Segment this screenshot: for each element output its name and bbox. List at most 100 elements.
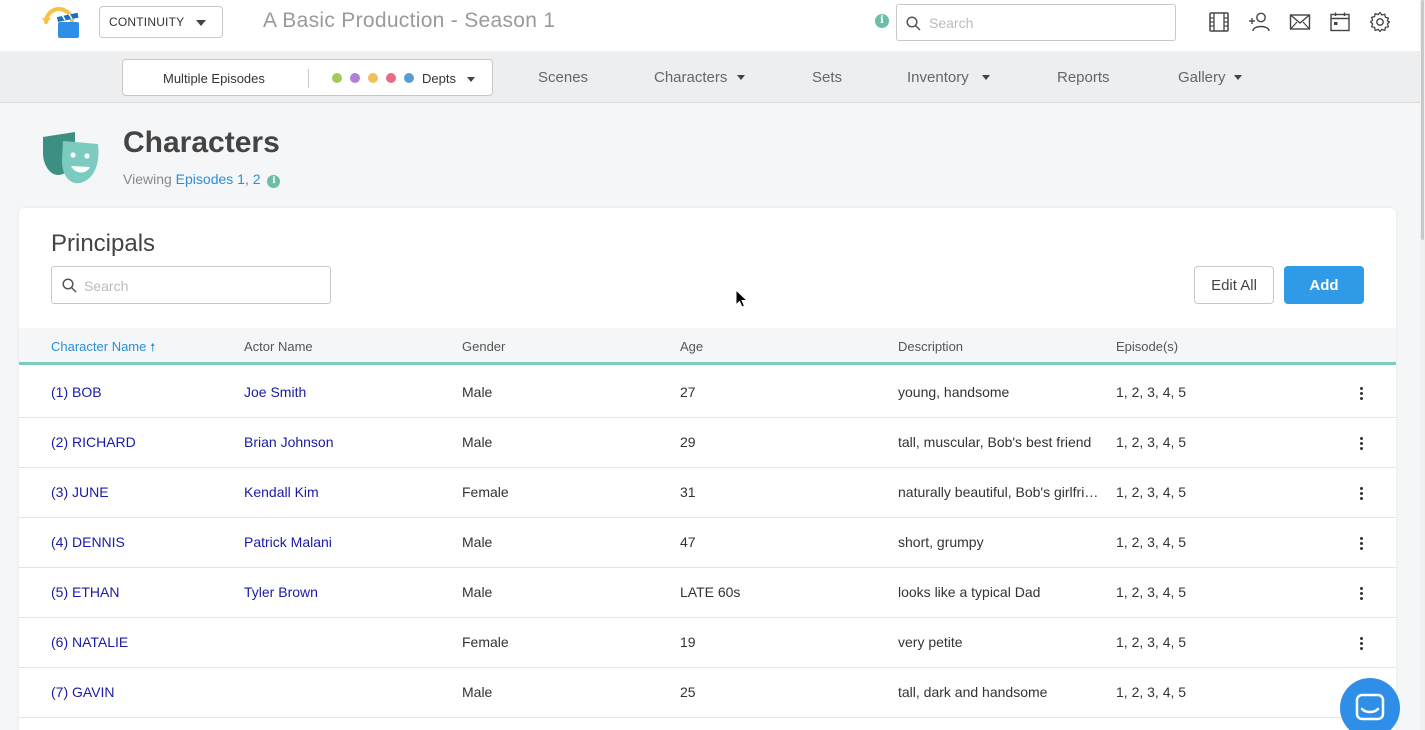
main-nav: Multiple Episodes Depts Scenes Character… [0,51,1420,103]
mail-icon[interactable] [1289,11,1311,33]
nav-scenes[interactable]: Scenes [538,69,588,86]
gender-cell: Female [462,634,509,650]
gender-cell: Male [462,684,493,700]
gender-cell: Female [462,484,509,500]
sort-ascending-icon: 🠕 [150,342,156,354]
nav-sets[interactable]: Sets [812,69,842,86]
dept-dot-2 [350,73,360,83]
chat-launcher-button[interactable] [1340,678,1400,730]
nav-inventory[interactable]: Inventory [907,69,969,86]
character-name-link[interactable]: (7) GAVIN [51,684,115,700]
add-user-icon[interactable] [1248,11,1270,33]
chevron-down-icon [982,75,990,80]
mouse-cursor-icon [735,289,749,308]
scrollbar-thumb[interactable] [1421,0,1424,240]
character-name-link[interactable]: (5) ETHAN [51,584,119,600]
table-row[interactable]: (6) NATALIE Female 19 very petite 1, 2, 3, 4… [19,618,1396,668]
gender-cell: Male [462,384,493,400]
description-cell: short, grumpy [898,534,984,550]
gear-icon[interactable] [1369,11,1391,33]
gender-cell: Male [462,434,493,450]
character-name-link[interactable]: (6) NATALIE [51,634,128,650]
divider [308,69,309,88]
row-menu-icon[interactable] [1354,435,1368,453]
episodes-cell: 1, 2, 3, 4, 5 [1116,484,1187,500]
nav-reports[interactable]: Reports [1057,69,1110,86]
gender-cell: Male [462,534,493,550]
global-search[interactable] [896,4,1176,41]
depts-dropdown[interactable]: Depts [422,71,456,86]
actor-name-link[interactable]: Kendall Kim [244,484,319,500]
description-cell: very petite [898,634,963,650]
info-icon[interactable]: i [267,175,281,188]
dept-dot-4 [386,73,396,83]
chevron-down-icon [1234,75,1242,80]
row-menu-icon[interactable] [1354,485,1368,503]
gender-cell: Male [462,584,493,600]
column-header-age[interactable]: Age [680,339,703,354]
top-bar: CONTINUITY A Basic Production - Season 1… [0,0,1425,51]
column-header-gender[interactable]: Gender [462,339,505,354]
row-menu-icon[interactable] [1354,635,1368,653]
column-header-description[interactable]: Description [898,339,963,354]
table-row[interactable]: (2) RICHARD Brian Johnson Male 29 tall, musc… [19,418,1396,468]
chevron-down-icon [196,20,206,26]
episodes-cell: 1, 2, 3, 4, 5 [1116,384,1187,400]
film-icon[interactable] [1208,11,1230,33]
column-header-actor-name[interactable]: Actor Name [244,339,313,354]
character-name-link[interactable]: (4) DENNIS [51,534,125,550]
description-cell: young, handsome [898,384,1010,400]
description-cell: naturally beautiful, Bob's girlfriend [898,484,1103,500]
table-row[interactable]: (7) GAVIN Male 25 tall, dark and handsome 1,… [19,668,1396,718]
age-cell: 47 [680,534,696,550]
column-header-character-name[interactable]: Character Name 🠕 [51,339,155,358]
description-cell: tall, dark and handsome [898,684,1048,700]
character-name-link[interactable]: (2) RICHARD [51,434,136,450]
column-header-episodes[interactable]: Episode(s) [1116,339,1178,354]
add-button[interactable]: Add [1284,266,1364,304]
row-menu-icon[interactable] [1354,535,1368,553]
character-name-link[interactable]: (1) BOB [51,384,102,400]
chat-icon [1355,693,1385,721]
age-cell: 25 [680,684,696,700]
episodes-cell: 1, 2, 3, 4, 5 [1116,584,1187,600]
episodes-cell: 1, 2, 3, 4, 5 [1116,634,1187,650]
page-scrollbar[interactable] [1420,0,1425,730]
nav-gallery[interactable]: Gallery [1178,69,1226,86]
dept-dot-3 [368,73,378,83]
table-row[interactable]: (4) DENNIS Patrick Malani Male 47 short, gru… [19,518,1396,568]
actor-name-link[interactable]: Patrick Malani [244,534,332,550]
episodes-cell: 1, 2, 3, 4, 5 [1116,534,1187,550]
search-icon [62,278,77,293]
actor-name-link[interactable]: Joe Smith [244,384,306,400]
character-search[interactable] [51,266,331,304]
table-row[interactable]: (3) JUNE Kendall Kim Female 31 naturally bea… [19,468,1396,518]
episodes-link[interactable]: Episodes 1, 2 [176,171,261,187]
edit-all-button[interactable]: Edit All [1194,266,1274,304]
app-selector-label: CONTINUITY [109,15,185,29]
table-row[interactable]: (5) ETHAN Tyler Brown Male LATE 60s looks li… [19,568,1396,618]
age-cell: 29 [680,434,696,450]
episodes-cell: 1, 2, 3, 4, 5 [1116,684,1187,700]
character-search-input[interactable] [84,276,322,296]
app-selector-dropdown[interactable]: CONTINUITY [99,6,223,38]
viewing-line: Viewing Episodes 1, 2 i [123,171,281,188]
description-cell: tall, muscular, Bob's best friend [898,434,1092,450]
dept-dot-1 [332,73,342,83]
row-menu-icon[interactable] [1354,385,1368,403]
character-name-link[interactable]: (3) JUNE [51,484,109,500]
production-title[interactable]: A Basic Production - Season 1 [263,9,555,33]
info-icon[interactable]: i [875,14,889,28]
chevron-down-icon [737,75,745,80]
row-menu-icon[interactable] [1354,585,1368,603]
chevron-down-icon [467,77,475,82]
nav-characters[interactable]: Characters [654,69,727,86]
age-cell: 27 [680,384,696,400]
continuity-logo-icon[interactable] [40,4,82,42]
actor-name-link[interactable]: Brian Johnson [244,434,334,450]
global-search-input[interactable] [929,13,1164,33]
actor-name-link[interactable]: Tyler Brown [244,584,318,600]
calendar-icon[interactable] [1329,11,1351,33]
table-row[interactable]: (1) BOB Joe Smith Male 27 young, handsome 1, … [19,368,1396,418]
episodes-selector[interactable]: Multiple Episodes [163,71,265,86]
